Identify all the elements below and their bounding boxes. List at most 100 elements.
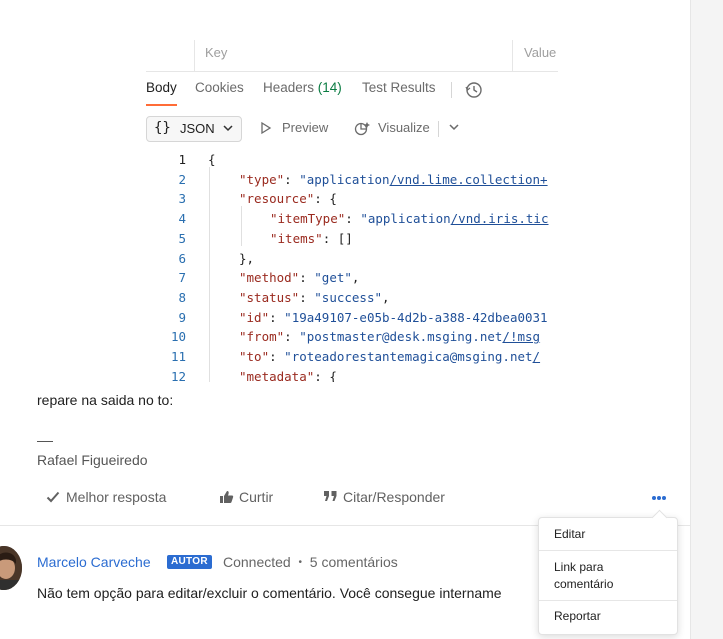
tab-headers: Headers (14) — [263, 80, 342, 95]
code-line: }, — [239, 251, 254, 266]
code-line: "id": "19a49107-e05b-4d2b-a388-42dbea003… — [239, 310, 548, 325]
json-string: "get" — [314, 270, 352, 285]
json-key: "resource" — [239, 191, 315, 206]
code-punct: : { — [314, 369, 337, 382]
thumbs-up-icon — [220, 491, 234, 503]
json-key: "from" — [239, 329, 285, 344]
json-key: "to" — [239, 349, 270, 364]
kv-checkbox-cell — [146, 40, 195, 71]
tab-separator — [451, 82, 452, 98]
line-number: 11 — [170, 349, 186, 364]
scrollbar[interactable] — [690, 0, 723, 639]
code-line: "type": "application/vnd.lime.collection… — [239, 172, 548, 187]
visualize-icon — [354, 122, 370, 136]
line-number: 3 — [178, 191, 186, 206]
format-select-label: JSON — [180, 121, 215, 136]
json-key: "id" — [239, 310, 270, 325]
json-string-link: / — [532, 349, 541, 364]
json-key: "itemType" — [270, 211, 346, 226]
avatar[interactable] — [0, 546, 22, 590]
code-punct: : { — [314, 191, 337, 206]
response-tabs: Body Cookies Headers (14) Test Results — [146, 80, 558, 108]
embedded-screenshot: Key Value Body Cookies Headers (14) Test… — [146, 40, 558, 382]
tab-cookies: Cookies — [195, 80, 244, 95]
line-number: 2 — [178, 172, 186, 187]
tab-body: Body — [146, 80, 177, 106]
json-string: "roteadorestantemagica@msging.net — [284, 349, 533, 364]
code-line: "metadata": { — [239, 369, 337, 382]
code-punct: }, — [239, 251, 255, 266]
meta-dot: • — [298, 557, 303, 568]
body-toolbar: {} JSON Preview Visualize — [146, 116, 558, 142]
quote-icon — [324, 491, 337, 501]
avatar-image — [0, 546, 22, 590]
code-punct: { — [208, 152, 216, 167]
code-line: "from": "postmaster@desk.msging.net/!msg — [239, 329, 540, 344]
author-badge: AUTOR — [167, 555, 212, 569]
json-string: "application — [299, 172, 390, 187]
menu-item-report[interactable]: Reportar — [554, 608, 664, 625]
code-punct: : — [269, 310, 285, 325]
line-number: 1 — [178, 152, 186, 167]
reply-meta: Connected • 5 comentários — [223, 554, 398, 570]
json-key: "status" — [239, 290, 300, 305]
code-punct: : — [284, 329, 300, 344]
json-string: "application — [360, 211, 451, 226]
line-number: 4 — [178, 211, 186, 226]
quote-reply-label: Citar/Responder — [343, 489, 445, 505]
checkmark-icon — [46, 491, 60, 503]
menu-item-edit[interactable]: Editar — [554, 526, 664, 543]
json-string-link: /!msg — [502, 329, 541, 344]
code-punct: : — [269, 349, 285, 364]
json-string-link: /vnd.lime.collection+ — [389, 172, 548, 187]
code-punct: : [] — [322, 231, 353, 246]
braces-icon: {} — [154, 120, 171, 136]
menu-item-link[interactable]: Link para comentário — [554, 559, 664, 593]
json-key: "metadata" — [239, 369, 315, 382]
kv-key-header: Key — [205, 45, 228, 60]
key-value-header-row: Key Value — [146, 40, 558, 72]
line-number: 10 — [170, 329, 186, 344]
code-punct: , — [382, 290, 390, 305]
code-line: "method": "get", — [239, 270, 359, 285]
json-key: "type" — [239, 172, 285, 187]
json-string: "postmaster@desk.msging.net — [299, 329, 503, 344]
more-options-icon[interactable] — [649, 491, 669, 505]
tab-headers-count: (14) — [317, 80, 342, 95]
json-key: "method" — [239, 270, 300, 285]
code-line: "status": "success", — [239, 290, 390, 305]
code-line: "resource": { — [239, 191, 337, 206]
code-line: { — [208, 152, 216, 167]
chevron-down-icon — [449, 124, 459, 131]
author-status: Connected — [223, 554, 291, 570]
like-label: Curtir — [239, 489, 274, 505]
menu-separator — [539, 550, 677, 551]
reply-author-link[interactable]: Marcelo Carveche — [37, 554, 151, 570]
play-icon — [261, 121, 272, 135]
visualize-separator — [438, 121, 439, 137]
reply-text: Não tem opção para editar/excluir o come… — [37, 585, 502, 601]
json-key: "items" — [270, 231, 323, 246]
chevron-down-icon — [223, 125, 233, 132]
best-answer-label: Melhor resposta — [66, 489, 167, 505]
visualize-label: Visualize — [378, 120, 430, 135]
json-code-view: 1 {2 "type": "application/vnd.lime.collect… — [146, 150, 558, 382]
code-line: "items": [] — [270, 231, 353, 246]
signature-dash — [37, 441, 53, 442]
code-punct: , — [351, 270, 360, 285]
history-icon — [465, 82, 482, 98]
line-number: 6 — [178, 251, 186, 266]
menu-separator — [539, 600, 677, 601]
post-text: repare na saida no to: — [37, 392, 174, 408]
indent-guide — [209, 167, 210, 382]
line-number: 5 — [178, 231, 186, 246]
json-string: "19a49107-e05b-4d2b-a388-42dbea0031 — [284, 310, 548, 325]
comment-count: 5 comentários — [309, 554, 398, 570]
line-number: 9 — [178, 310, 186, 325]
indent-guide — [241, 206, 242, 246]
code-line: "itemType": "application/vnd.iris.tic — [270, 211, 548, 226]
code-line: "to": "roteadorestantemagica@msging.net/ — [239, 349, 540, 364]
preview-label: Preview — [282, 120, 329, 135]
line-number: 7 — [178, 270, 186, 285]
tab-headers-label: Headers — [263, 80, 315, 95]
